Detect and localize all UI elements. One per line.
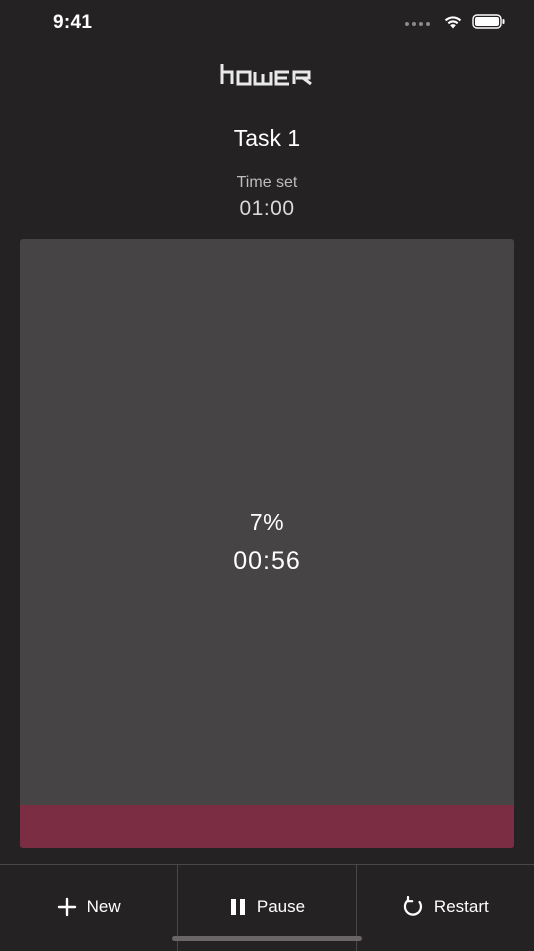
battery-icon: [472, 14, 506, 34]
time-remaining: 00:56: [233, 547, 301, 575]
home-indicator: [172, 936, 362, 941]
wifi-icon: [443, 14, 463, 34]
signal-dots-icon: [405, 22, 430, 26]
progress-fill: [20, 805, 514, 848]
restart-icon: [402, 896, 424, 918]
plus-icon: [57, 897, 77, 917]
restart-button-label: Restart: [433, 897, 489, 916]
app-logo: [0, 62, 534, 93]
timer-panel[interactable]: 7% 00:56: [20, 239, 514, 848]
status-icons: [405, 14, 506, 34]
pause-icon: [229, 898, 247, 916]
progress-percent: 7%: [249, 509, 285, 535]
timer-readout: 7% 00:56: [20, 509, 514, 576]
task-title: Task 1: [233, 125, 301, 151]
status-bar: 9:41: [0, 0, 534, 46]
pause-button-label: Pause: [256, 897, 306, 916]
time-set-label: Time set: [236, 174, 298, 191]
time-set-value: 01:00: [239, 197, 295, 220]
new-button[interactable]: New: [0, 865, 177, 951]
status-time: 9:41: [53, 12, 93, 33]
restart-button[interactable]: Restart: [355, 865, 534, 951]
new-button-label: New: [86, 897, 121, 916]
